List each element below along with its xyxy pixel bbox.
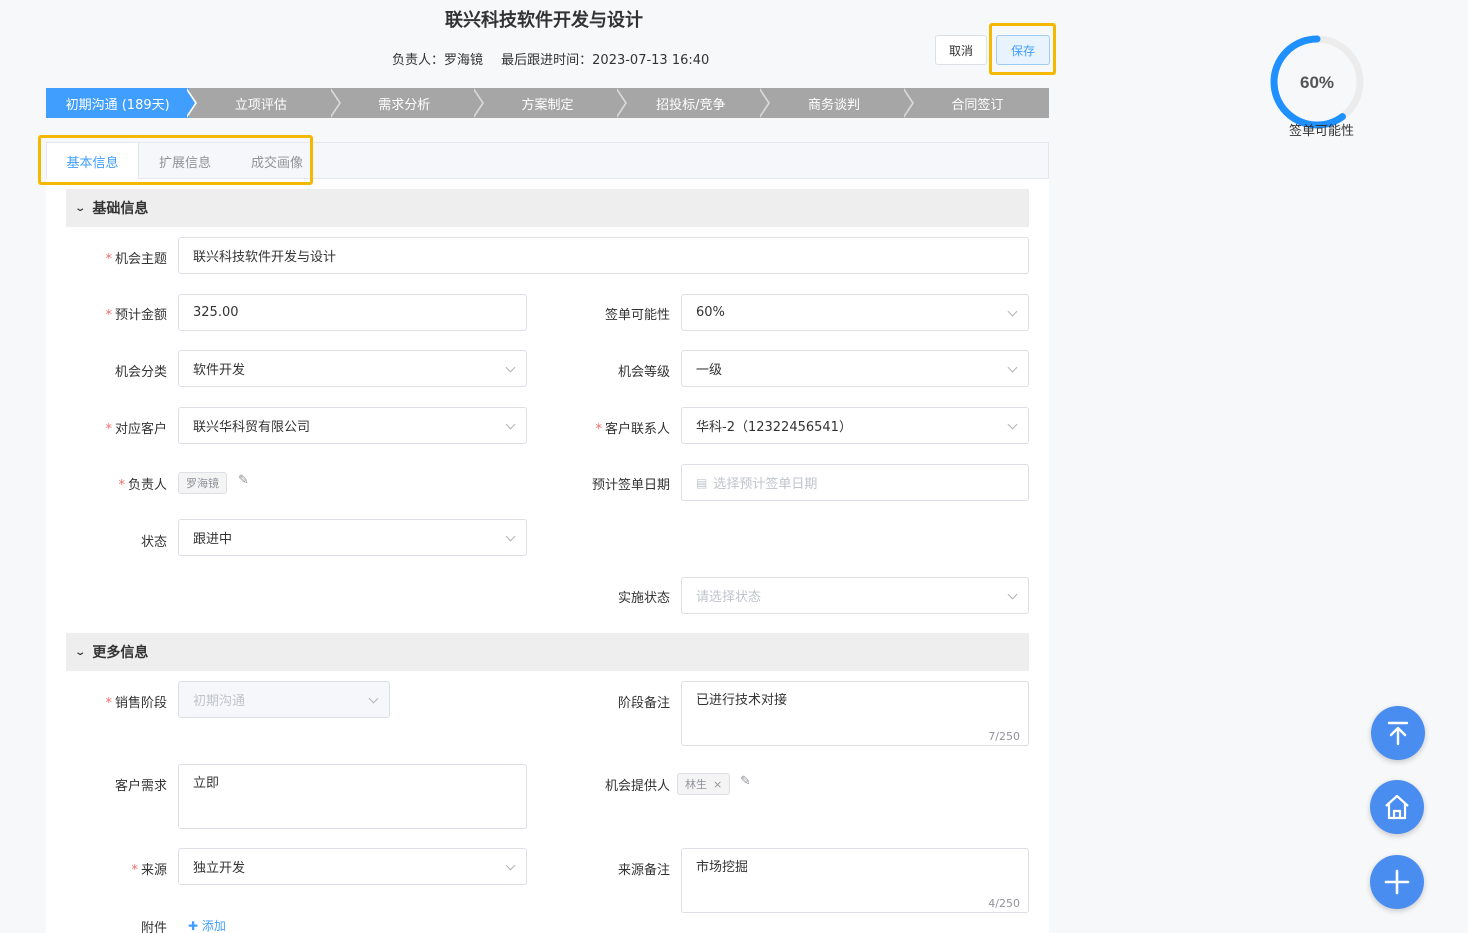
stage-label: * 销售阶段 [105,696,167,711]
cancel-button[interactable]: 取消 [935,35,987,65]
save-button[interactable]: 保存 [996,35,1050,65]
edit-pencil-icon[interactable]: ✎ [238,473,249,488]
chevron-down-icon [1007,419,1018,430]
chevron-down-icon [505,419,516,430]
step-label: 初期沟通 (189天) [65,97,170,113]
step-label: 需求分析 [378,97,431,113]
amount-label: * 预计金额 [105,308,167,323]
tab-deal-profile[interactable]: 成交画像 [231,143,323,179]
subject-label: * 机会主题 [105,252,167,267]
home-icon [1385,794,1409,820]
category-label: 机会分类 [114,365,167,380]
edit-pencil-icon[interactable]: ✎ [740,774,751,789]
chevron-down-icon: ⌄ [74,202,87,214]
impl-status-label: 实施状态 [617,591,670,606]
impl-status-select[interactable]: 请选择状态 [681,577,1029,614]
probability-gauge: 60% [1270,35,1364,129]
section-title: 更多信息 [92,645,149,661]
subject-input[interactable]: 联兴科技软件开发与设计 [178,237,1029,274]
status-select[interactable]: 跟进中 [178,519,527,556]
step-requirement-analysis[interactable]: 需求分析 [332,88,484,118]
char-count: 7/250 [988,730,1020,743]
section-title: 基础信息 [92,201,149,217]
page-title: 联兴科技软件开发与设计 [445,10,643,31]
step-label: 立项评估 [234,97,287,113]
header-meta: 负责人：罗海镜 最后跟进时间：2023-07-13 16:40 [392,49,723,68]
char-count: 4/250 [988,897,1020,910]
source-note-label: 来源备注 [617,863,670,878]
home-button[interactable] [1370,780,1424,834]
section-basic-info[interactable]: ⌄ 基础信息 [66,189,1029,227]
stage-select: 初期沟通 [178,681,390,718]
tab-extended-info[interactable]: 扩展信息 [139,143,231,179]
back-to-top-button[interactable] [1371,706,1425,760]
step-label: 方案制定 [521,97,574,113]
source-select[interactable]: 独立开发 [178,848,527,885]
sign-date-picker[interactable]: ▤ 选择预计签单日期 [681,464,1029,501]
gauge-value: 60% [1300,73,1334,92]
step-project-evaluation[interactable]: 立项评估 [189,88,341,118]
probability-select[interactable]: 60% [681,294,1029,331]
source-note-textarea[interactable]: 市场挖掘 4/250 [681,848,1029,913]
owner-text: 负责人：罗海镜 [392,53,484,68]
category-select[interactable]: 软件开发 [178,350,527,387]
gauge-label: 签单可能性 [1289,124,1355,139]
level-select[interactable]: 一级 [681,350,1029,387]
chevron-right-icon [185,88,198,118]
step-solution-design[interactable]: 方案制定 [475,88,628,118]
need-label: 客户需求 [114,779,167,794]
chevron-down-icon [505,531,516,542]
contact-label: * 客户联系人 [595,422,670,437]
step-label: 商务谈判 [808,97,861,113]
chevron-down-icon [1007,589,1018,600]
sign-date-label: 预计签单日期 [591,478,670,493]
attachment-label: 附件 [140,921,167,933]
stage-note-textarea[interactable]: 已进行技术对接 7/250 [681,681,1029,746]
chevron-right-icon [328,88,341,118]
owner-tag: 罗海镜 [178,472,227,494]
level-label: 机会等级 [617,365,670,380]
chevron-down-icon [505,860,516,871]
chevron-down-icon [368,693,379,704]
chevron-right-icon [471,88,484,118]
status-label: 状态 [140,535,167,550]
chevron-right-icon [758,88,771,118]
step-label: 招投标/竞争 [656,97,726,113]
add-button[interactable] [1370,855,1424,909]
stage-steps: 初期沟通 (189天) 立项评估 需求分析 方案制定 招投标/竞争 商务谈判 合… [46,88,1049,118]
chevron-down-icon [1007,362,1018,373]
owner-label: * 负责人 [118,478,167,493]
stage-note-label: 阶段备注 [617,696,670,711]
chevron-right-icon [901,88,914,118]
add-attachment-link[interactable]: ✚ 添加 [188,917,226,933]
tab-basic-info[interactable]: 基本信息 [47,143,139,179]
last-follow-text: 最后跟进时间：2023-07-13 16:40 [501,53,710,68]
calendar-icon: ▤ [696,475,708,490]
chevron-right-icon [615,88,628,118]
step-negotiation[interactable]: 商务谈判 [762,88,914,118]
chevron-down-icon: ⌄ [74,646,87,658]
customer-label: * 对应客户 [105,422,167,437]
contact-select[interactable]: 华科-2（12322456541） [681,407,1029,444]
chevron-down-icon [505,362,516,373]
plus-icon [1384,869,1410,895]
provider-label: 机会提供人 [604,779,670,794]
tab-bar: 基本信息 扩展信息 成交画像 [46,142,1049,179]
probability-label: 签单可能性 [604,308,670,323]
step-label: 合同签订 [951,97,1004,113]
plus-icon: ✚ [188,919,199,933]
arrow-up-icon [1387,721,1409,746]
amount-input[interactable]: 325.00 [178,294,527,331]
close-icon[interactable]: × [713,778,722,791]
source-label: * 来源 [131,863,167,878]
provider-tag: 林生 × [677,773,731,795]
need-textarea[interactable]: 立即 [178,764,527,829]
step-bidding[interactable]: 招投标/竞争 [619,88,771,118]
step-contract-signing[interactable]: 合同签订 [905,88,1049,118]
form-card: 基本信息 扩展信息 成交画像 ⌄ 基础信息 * 机会主题 联兴科技软件开发与设计 … [46,142,1049,933]
customer-select[interactable]: 联兴华科贸有限公司 [178,407,527,444]
chevron-down-icon [1007,306,1018,317]
step-initial-communication[interactable]: 初期沟通 (189天) [46,88,198,118]
section-more-info[interactable]: ⌄ 更多信息 [66,633,1029,671]
